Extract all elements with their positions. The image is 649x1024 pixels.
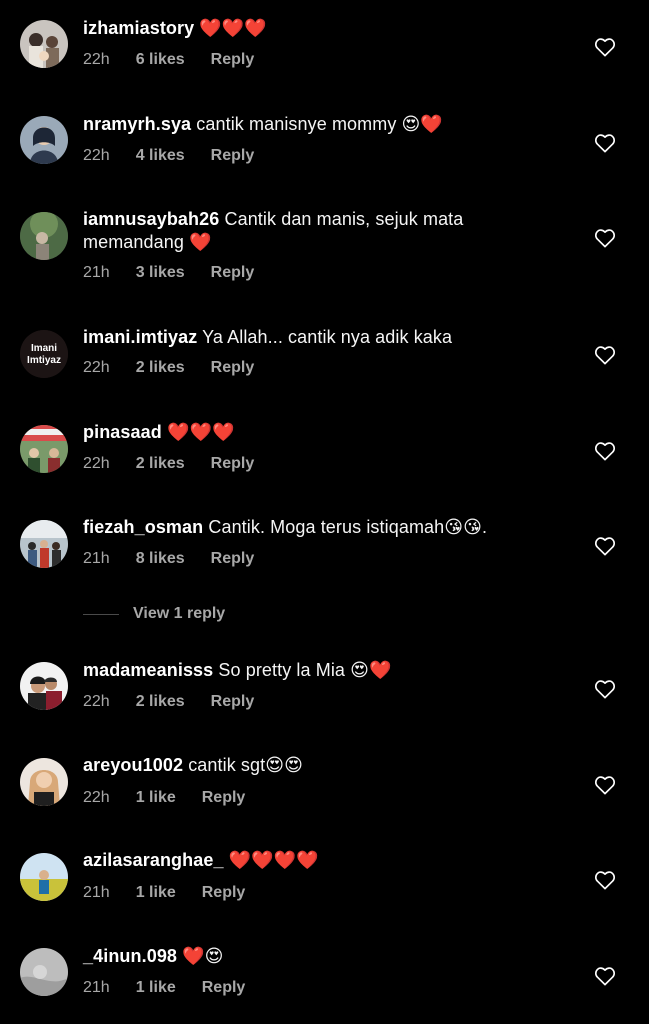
timestamp: 21h [83, 979, 110, 996]
timestamp: 22h [83, 51, 110, 68]
like-heart-icon[interactable] [594, 441, 616, 461]
view-replies-button[interactable]: View 1 reply [83, 603, 225, 625]
comment-text: nramyrh.sya cantik manisnye mommy 😍❤️ [83, 113, 543, 136]
avatar[interactable] [20, 20, 68, 68]
likes-count[interactable]: 1 like [136, 978, 176, 998]
comment-text: fiezah_osman Cantik. Moga terus istiqama… [83, 516, 543, 539]
reply-button[interactable]: Reply [211, 549, 255, 569]
reply-button[interactable]: Reply [202, 788, 246, 808]
likes-count[interactable]: 2 likes [136, 692, 185, 712]
comment-text: izhamiastory ❤️❤️❤️ [83, 17, 543, 40]
reply-button[interactable]: Reply [211, 692, 255, 712]
comment-meta: 22h 1 like Reply [83, 788, 245, 808]
emoji-text: ❤️❤️❤️ [199, 18, 267, 38]
comment-body: cantik sgt [188, 755, 266, 775]
username[interactable]: _4inun.098 [83, 946, 177, 966]
username[interactable]: areyou1002 [83, 755, 183, 775]
emoji-text: ❤️❤️❤️❤️ [228, 850, 319, 870]
likes-count[interactable]: 1 like [136, 788, 176, 808]
reply-button[interactable]: Reply [211, 454, 255, 474]
timestamp: 22h [83, 359, 110, 376]
timestamp: 21h [83, 550, 110, 567]
comment-meta: 22h 2 likes Reply [83, 358, 254, 378]
timestamp: 22h [83, 147, 110, 164]
timestamp: 21h [83, 264, 110, 281]
emoji-text: ❤️😍 [182, 946, 224, 966]
reply-button[interactable]: Reply [202, 883, 246, 903]
timestamp: 22h [83, 455, 110, 472]
comment-text: iamnusaybah26 Cantik dan manis, sejuk ma… [83, 208, 543, 254]
like-heart-icon[interactable] [594, 345, 616, 365]
avatar[interactable] [20, 948, 68, 996]
reply-button[interactable]: Reply [211, 50, 255, 70]
reply-button[interactable]: Reply [211, 358, 255, 378]
replies-divider [83, 613, 119, 615]
likes-count[interactable]: 6 likes [136, 50, 185, 70]
reply-button[interactable]: Reply [211, 263, 255, 283]
username[interactable]: madameanisss [83, 660, 213, 680]
comment-meta: 22h 4 likes Reply [83, 146, 254, 166]
timestamp: 21h [83, 884, 110, 901]
comment-text: _4inun.098 ❤️😍 [83, 945, 543, 968]
reply-button[interactable]: Reply [202, 978, 246, 998]
username[interactable]: pinasaad [83, 422, 162, 442]
svg-text:Imtiyaz: Imtiyaz [27, 355, 61, 366]
comment-text: areyou1002 cantik sgt😍😍 [83, 754, 543, 777]
username[interactable]: izhamiastory [83, 18, 194, 38]
emoji-text: 😍😍 [265, 755, 303, 775]
username[interactable]: nramyrh.sya [83, 114, 191, 134]
comment-text: azilasaranghae_ ❤️❤️❤️❤️ [83, 849, 543, 872]
comment-body: So pretty la Mia [218, 660, 346, 680]
likes-count[interactable]: 2 likes [136, 454, 185, 474]
like-heart-icon[interactable] [594, 133, 616, 153]
likes-count[interactable]: 3 likes [136, 263, 185, 283]
like-heart-icon[interactable] [594, 228, 616, 248]
comment-meta: 21h 1 like Reply [83, 883, 245, 903]
likes-count[interactable]: 2 likes [136, 358, 185, 378]
username[interactable]: imani.imtiyaz [83, 327, 197, 347]
comment-meta: 22h 6 likes Reply [83, 50, 254, 70]
like-heart-icon[interactable] [594, 775, 616, 795]
username[interactable]: fiezah_osman [83, 517, 203, 537]
avatar[interactable] [20, 662, 68, 710]
reply-button[interactable]: Reply [211, 146, 255, 166]
comment-meta: 22h 2 likes Reply [83, 454, 254, 474]
timestamp: 22h [83, 693, 110, 710]
comment-body: cantik manisnye mommy [196, 114, 397, 134]
comment-meta: 21h 3 likes Reply [83, 263, 254, 283]
emoji-text: 😍❤️ [350, 660, 392, 680]
avatar[interactable] [20, 520, 68, 568]
comment-text: madameanisss So pretty la Mia 😍❤️ [83, 659, 543, 682]
emoji-text: ❤️❤️❤️ [166, 422, 235, 442]
comment-body: Ya Allah... cantik nya adik kaka [202, 327, 453, 347]
avatar[interactable] [20, 853, 68, 901]
comment-text: imani.imtiyaz Ya Allah... cantik nya adi… [83, 326, 543, 349]
like-heart-icon[interactable] [594, 966, 616, 986]
emoji-text: 😘😘. [444, 517, 488, 537]
likes-count[interactable]: 8 likes [136, 549, 185, 569]
avatar[interactable] [20, 116, 68, 164]
like-heart-icon[interactable] [594, 536, 616, 556]
avatar[interactable]: Imani Imtiyaz [20, 330, 68, 378]
comment-text: pinasaad ❤️❤️❤️ [83, 421, 543, 444]
view-replies-label: View 1 reply [133, 605, 226, 622]
username[interactable]: iamnusaybah26 [83, 209, 219, 229]
timestamp: 22h [83, 789, 110, 806]
emoji-text: ❤️ [189, 232, 212, 252]
like-heart-icon[interactable] [594, 870, 616, 890]
likes-count[interactable]: 1 like [136, 883, 176, 903]
comment-body: Cantik. Moga terus istiqamah [208, 517, 445, 537]
like-heart-icon[interactable] [594, 679, 616, 699]
comment-meta: 21h 1 like Reply [83, 978, 245, 998]
like-heart-icon[interactable] [594, 37, 616, 57]
comment-meta: 22h 2 likes Reply [83, 692, 254, 712]
avatar-logo-text: Imani [31, 343, 57, 354]
avatar[interactable] [20, 212, 68, 260]
avatar[interactable] [20, 425, 68, 473]
avatar[interactable] [20, 758, 68, 806]
likes-count[interactable]: 4 likes [136, 146, 185, 166]
comment-meta: 21h 8 likes Reply [83, 549, 254, 569]
emoji-text: 😍❤️ [401, 114, 443, 134]
username[interactable]: azilasaranghae_ [83, 850, 224, 870]
